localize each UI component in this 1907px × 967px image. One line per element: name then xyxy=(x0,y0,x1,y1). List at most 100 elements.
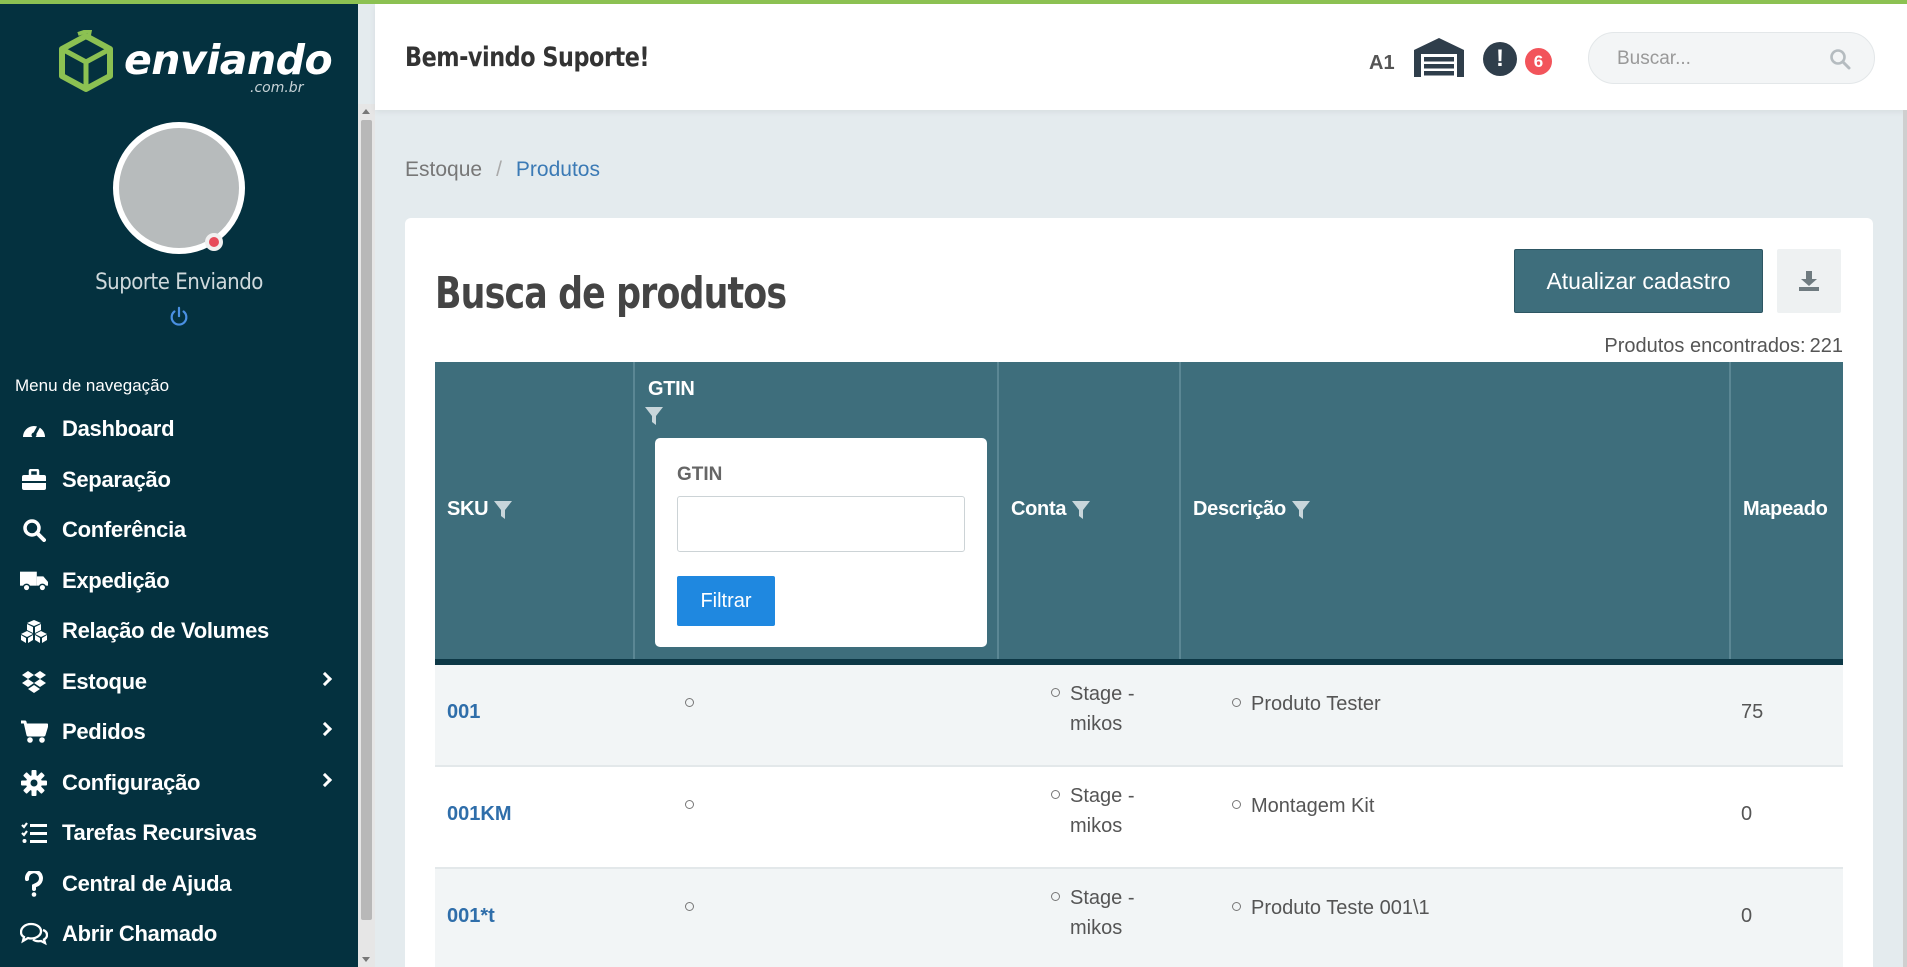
question-icon xyxy=(20,870,48,898)
nav-item-configuracao[interactable]: Configuração xyxy=(0,758,358,809)
search-icon[interactable] xyxy=(1829,48,1851,70)
cell-sku[interactable]: 001*t xyxy=(447,905,495,928)
column-label: Mapeado xyxy=(1743,498,1828,520)
bullet-icon xyxy=(685,800,694,810)
products-found: Produtos encontrados: 221 xyxy=(1600,335,1843,358)
nav-item-abrir-chamado[interactable]: Abrir Chamado xyxy=(0,909,358,960)
gtin-filter-input[interactable] xyxy=(677,496,965,552)
search-icon xyxy=(20,516,48,544)
chevron-right-icon xyxy=(317,671,333,686)
nav-label: Tarefas Recursivas xyxy=(62,820,257,846)
nav-item-central-ajuda[interactable]: Central de Ajuda xyxy=(0,859,358,910)
column-label: SKU xyxy=(447,498,489,520)
products-table: SKU GTIN Conta Descrição Mapeado GTIN Fi… xyxy=(435,362,1843,967)
nav-item-tarefas-recursivas[interactable]: Tarefas Recursivas xyxy=(0,808,358,859)
conta-line: mikos xyxy=(1070,713,1123,735)
column-sku: SKU xyxy=(435,362,635,659)
nav-label: Abrir Chamado xyxy=(62,921,218,947)
nav-label: Separação xyxy=(62,466,171,492)
cell-mapeado: 0 xyxy=(1741,905,1753,927)
brand-name: enviando xyxy=(124,36,333,84)
update-registry-button[interactable]: Atualizar cadastro xyxy=(1514,249,1763,313)
page-title: Busca de produtos xyxy=(435,268,787,319)
page-scrollbar[interactable] xyxy=(1903,110,1907,967)
cell-gtin xyxy=(685,795,704,818)
chat-icon xyxy=(20,920,48,948)
bullet-icon xyxy=(1232,902,1241,912)
gauge-icon xyxy=(20,415,48,443)
cell-gtin xyxy=(685,693,704,716)
sidebar-scrollbar[interactable] xyxy=(358,104,375,967)
cell-mapeado: 75 xyxy=(1741,701,1764,723)
conta-line: Stage - xyxy=(1070,887,1135,909)
location-label[interactable]: A1 xyxy=(1369,52,1395,75)
products-found-label: Produtos encontrados: xyxy=(1604,335,1806,357)
conta-line: Stage - xyxy=(1070,785,1135,807)
nav-item-expedicao[interactable]: Expedição xyxy=(0,556,358,607)
cell-sku[interactable]: 001KM xyxy=(447,803,511,826)
status-dot-icon xyxy=(205,233,223,251)
table-row[interactable]: 001*t Stage - mikos Produto Teste 001\1 0 xyxy=(435,869,1843,967)
nav-label: Conferência xyxy=(62,517,186,543)
welcome-message: Bem-vindo Suporte! xyxy=(405,42,650,73)
bullet-icon xyxy=(1051,790,1060,800)
nav-item-separacao[interactable]: Separação xyxy=(0,455,358,506)
conta-line: mikos xyxy=(1070,815,1123,837)
breadcrumb-item-estoque[interactable]: Estoque xyxy=(405,158,482,181)
table-row[interactable]: 001KM Stage - mikos Montagem Kit 0 xyxy=(435,767,1843,869)
cell-descricao: Produto Tester xyxy=(1232,693,1381,716)
dropbox-icon xyxy=(20,668,48,696)
products-found-count: 221 xyxy=(1809,335,1843,357)
chevron-right-icon xyxy=(317,721,333,737)
bullet-icon xyxy=(685,902,694,912)
tasks-icon xyxy=(20,819,48,847)
nav-item-pedidos[interactable]: Pedidos xyxy=(0,707,358,758)
bullet-icon xyxy=(1051,688,1060,698)
column-mapeado: Mapeado xyxy=(1731,362,1843,659)
cell-descricao: Montagem Kit xyxy=(1232,795,1374,818)
download-button[interactable] xyxy=(1777,249,1841,313)
search-input[interactable] xyxy=(1617,45,1817,73)
cell-conta: Stage - mikos xyxy=(1051,781,1134,841)
truck-icon xyxy=(20,567,48,595)
nav-label: Configuração xyxy=(62,769,201,795)
bullet-icon xyxy=(1232,800,1241,810)
nav-label: Expedição xyxy=(62,567,170,593)
power-icon[interactable] xyxy=(168,306,190,328)
filter-icon[interactable] xyxy=(1071,500,1091,520)
gear-icon xyxy=(20,769,48,797)
box-logo-icon xyxy=(59,30,113,92)
cell-sku[interactable]: 001 xyxy=(447,701,480,724)
scrollbar-thumb[interactable] xyxy=(361,120,372,920)
table-header: SKU GTIN Conta Descrição Mapeado GTIN Fi… xyxy=(435,362,1843,665)
conta-line: Stage - xyxy=(1070,683,1135,705)
alert-icon[interactable]: ! xyxy=(1483,42,1517,76)
brand-logo[interactable]: enviando .com.br xyxy=(56,28,333,98)
filter-button[interactable]: Filtrar xyxy=(677,576,775,626)
table-row[interactable]: 001 Stage - mikos Produto Tester 75 xyxy=(435,665,1843,767)
products-card: Busca de produtos Atualizar cadastro Pro… xyxy=(405,218,1873,967)
warehouse-icon[interactable] xyxy=(1413,36,1465,78)
nav-item-conferencia[interactable]: Conferência xyxy=(0,505,358,556)
nav-menu: Dashboard Separação Conferência Expediçã… xyxy=(0,404,358,960)
avatar[interactable] xyxy=(113,122,245,254)
top-accent-bar xyxy=(0,0,1907,4)
scroll-down-icon[interactable] xyxy=(362,957,370,962)
scroll-up-icon[interactable] xyxy=(362,109,370,114)
cell-conta: Stage - mikos xyxy=(1051,883,1134,943)
gtin-filter-label: GTIN xyxy=(677,464,723,485)
filter-icon[interactable] xyxy=(493,500,513,520)
sidebar: enviando .com.br Suporte Enviando Menu d… xyxy=(0,4,358,967)
nav-item-estoque[interactable]: Estoque xyxy=(0,657,358,708)
nav-item-dashboard[interactable]: Dashboard xyxy=(0,404,358,455)
bullet-icon xyxy=(1051,892,1060,902)
nav-item-relacao-volumes[interactable]: Relação de Volumes xyxy=(0,606,358,657)
filter-icon[interactable] xyxy=(1291,500,1311,520)
alert-count-badge[interactable]: 6 xyxy=(1525,48,1552,75)
filter-icon[interactable] xyxy=(644,406,664,426)
nav-label: Relação de Volumes xyxy=(62,618,269,644)
column-label: GTIN xyxy=(648,378,695,400)
nav-label: Dashboard xyxy=(62,416,175,442)
breadcrumb-item-produtos[interactable]: Produtos xyxy=(516,158,600,181)
briefcase-icon xyxy=(20,466,48,494)
